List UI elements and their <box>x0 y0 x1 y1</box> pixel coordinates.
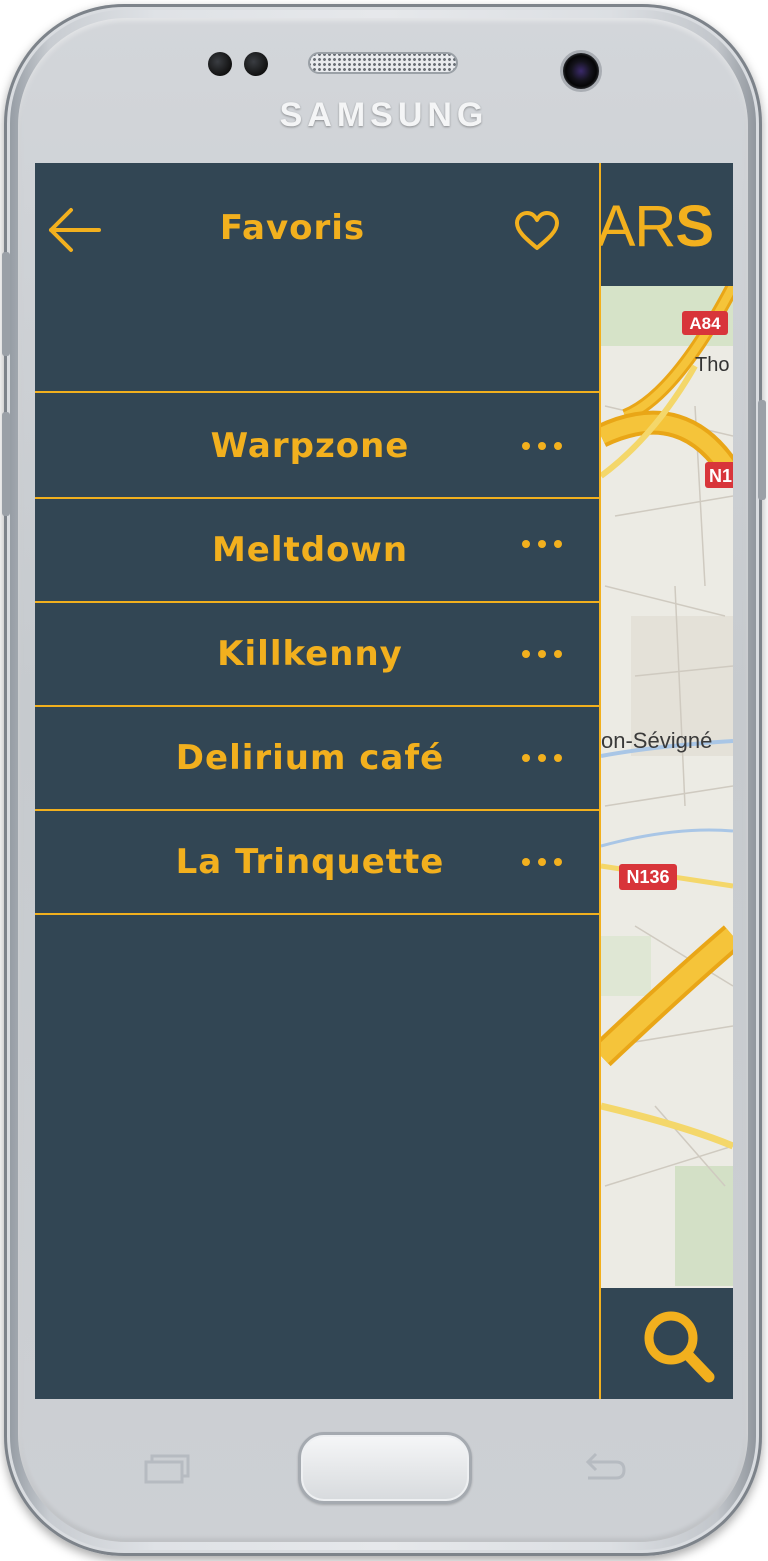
favorite-name: Killkenny <box>217 634 403 674</box>
search-button[interactable] <box>635 1288 733 1399</box>
favorite-name: Warpzone <box>210 426 410 466</box>
road-label-a84: A84 <box>689 314 721 333</box>
more-dots-icon <box>522 442 562 450</box>
earpiece-speaker <box>308 52 458 74</box>
favorite-item[interactable]: Warpzone <box>35 395 599 499</box>
app-logo-prefix: AR <box>596 194 677 259</box>
front-camera <box>560 50 602 92</box>
drawer-title: Favoris <box>219 208 366 248</box>
return-icon <box>585 1452 626 1480</box>
favorites-drawer: Favoris Warpzone Meltdown Killkenny Deli… <box>35 163 601 1399</box>
back-key[interactable] <box>576 1450 630 1486</box>
recent-apps-icon <box>144 1454 190 1484</box>
more-button[interactable] <box>515 743 569 773</box>
more-dots-icon <box>522 754 562 762</box>
favorites-list: Warpzone Meltdown Killkenny Delirium caf… <box>35 395 599 915</box>
app-logo-suffix: S <box>675 194 714 259</box>
power-button <box>2 412 10 516</box>
favorite-name: La Trinquette <box>175 842 445 882</box>
recent-apps-key[interactable] <box>140 1452 192 1486</box>
more-button[interactable] <box>515 431 569 461</box>
favorite-item[interactable]: La Trinquette <box>35 811 599 915</box>
side-button <box>758 400 766 500</box>
favorites-button[interactable] <box>513 209 561 253</box>
more-button[interactable] <box>515 529 569 559</box>
more-dots-icon <box>522 650 562 658</box>
favorite-name: Delirium café <box>175 738 445 778</box>
screen: ARS A84 Tho N1 on-Sévigné N136 Favoris W… <box>35 163 733 1399</box>
favorite-item[interactable]: Delirium café <box>35 707 599 811</box>
brand-logo: SAMSUNG <box>279 96 489 134</box>
favorite-item[interactable]: Killkenny <box>35 603 599 707</box>
more-button[interactable] <box>515 639 569 669</box>
volume-button <box>2 252 10 356</box>
search-icon <box>644 1311 715 1383</box>
proximity-sensor <box>208 52 232 76</box>
drawer-header: Favoris <box>35 163 601 393</box>
more-button[interactable] <box>515 847 569 877</box>
heart-icon <box>515 211 559 250</box>
light-sensor <box>244 52 268 76</box>
road-label-n136: N136 <box>626 867 669 887</box>
home-button[interactable] <box>298 1432 472 1504</box>
town-label-north: Tho <box>695 354 729 376</box>
more-dots-icon <box>522 858 562 866</box>
town-label-center: on-Sévigné <box>601 728 712 753</box>
app-logo: ARS <box>596 193 714 260</box>
favorite-item[interactable]: Meltdown <box>35 499 599 603</box>
more-dots-icon <box>522 540 562 548</box>
favorite-name: Meltdown <box>211 530 409 570</box>
road-label-n1: N1 <box>709 466 732 486</box>
